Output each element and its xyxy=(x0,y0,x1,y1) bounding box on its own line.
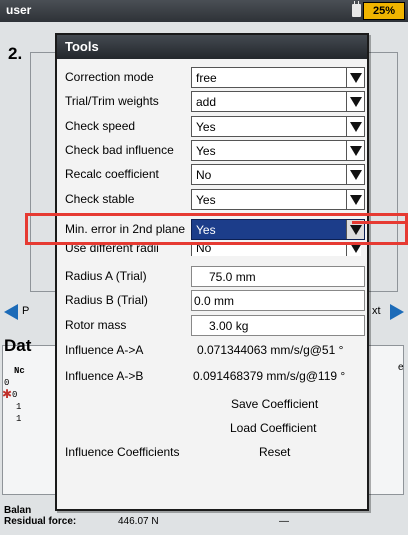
select-value: Yes xyxy=(196,193,216,207)
row-check-stable: Check stable Yes xyxy=(61,188,365,210)
chevron-down-icon[interactable] xyxy=(346,165,364,184)
row-radius-b: Radius B (Trial) 0.0 mm xyxy=(61,289,365,311)
row-radius-a: Radius A (Trial) 75.0 mm xyxy=(61,265,365,287)
row-trial-trim-weights: Trial/Trim weights add xyxy=(61,90,365,112)
influence-coefficients-label: Influence Coefficients xyxy=(65,445,180,459)
highlight-annotation-box xyxy=(25,213,408,245)
data-row: 0 xyxy=(12,390,18,400)
influence-a-a-value: 0.071344063 mm/s/g@51 ° xyxy=(197,343,344,357)
radius-b-input[interactable]: 0.0 mm xyxy=(191,290,365,311)
dialog-title: Tools xyxy=(57,35,367,59)
top-status-bar: user 25% xyxy=(0,0,408,22)
battery-indicator: 25% xyxy=(363,2,405,20)
data-row: 1 xyxy=(16,402,22,412)
residual-force-dash: — xyxy=(279,516,289,527)
recalc-coefficient-select[interactable]: No xyxy=(191,164,365,185)
field-label: Influence A->A xyxy=(65,343,144,357)
residual-force-value: 446.07 N xyxy=(118,516,159,527)
correction-mode-select[interactable]: free xyxy=(191,67,365,88)
input-value: 3.00 kg xyxy=(209,319,249,333)
field-label: Trial/Trim weights xyxy=(65,94,159,108)
check-stable-select[interactable]: Yes xyxy=(191,189,365,210)
data-row: 1 xyxy=(16,414,22,424)
field-label: Check speed xyxy=(65,119,136,133)
rotor-mass-input[interactable]: 3.00 kg xyxy=(191,315,365,336)
check-speed-select[interactable]: Yes xyxy=(191,116,365,137)
select-value: Yes xyxy=(196,144,216,158)
chevron-down-icon[interactable] xyxy=(346,190,364,209)
field-label: Influence A->B xyxy=(65,369,144,383)
row-rotor-mass: Rotor mass 3.00 kg xyxy=(61,314,365,336)
next-label[interactable]: xt xyxy=(372,305,381,317)
highlight-annotation-line xyxy=(352,221,408,237)
select-value: free xyxy=(196,71,217,85)
trial-trim-weights-select[interactable]: add xyxy=(191,91,365,112)
next-arrow-icon[interactable] xyxy=(390,304,404,320)
user-label: user xyxy=(6,3,32,17)
row-check-bad-influence: Check bad influence Yes xyxy=(61,139,365,161)
background-step-title: 2. xyxy=(8,44,23,63)
input-value: 75.0 mm xyxy=(209,270,256,284)
power-plug-icon xyxy=(352,1,361,17)
chevron-down-icon[interactable] xyxy=(346,92,364,111)
previous-label[interactable]: P xyxy=(22,305,29,317)
row-influence-a-b: Influence A->B 0.091468379 mm/s/g@119 ° xyxy=(61,365,361,387)
field-label: Rotor mass xyxy=(65,318,127,332)
row-check-speed: Check speed Yes xyxy=(61,115,365,137)
row-influence-a-a: Influence A->A 0.071344063 mm/s/g@51 ° xyxy=(61,339,361,361)
tools-dialog: Tools Correction mode free Trial/Trim we… xyxy=(55,33,369,511)
field-label: Radius B (Trial) xyxy=(65,293,148,307)
select-value: No xyxy=(196,168,212,182)
field-label: Correction mode xyxy=(65,70,154,84)
chevron-down-icon[interactable] xyxy=(346,117,364,136)
previous-arrow-icon[interactable] xyxy=(4,304,18,320)
reset-button[interactable]: Reset xyxy=(259,445,290,459)
field-label: Radius A (Trial) xyxy=(65,269,147,283)
select-value: add xyxy=(196,95,217,109)
radius-a-input[interactable]: 75.0 mm xyxy=(191,266,365,287)
field-label: Check bad influence xyxy=(65,143,174,157)
data-row: Nc xyxy=(14,366,25,376)
chevron-down-icon[interactable] xyxy=(346,68,364,87)
load-coefficient-button[interactable]: Load Coefficient xyxy=(230,421,317,435)
data-section-title: Dat xyxy=(4,336,32,355)
row-correction-mode: Correction mode free xyxy=(61,66,365,88)
select-value: Yes xyxy=(196,120,216,134)
row-recalc-coefficient: Recalc coefficient No xyxy=(61,163,365,185)
field-label: Recalc coefficient xyxy=(65,167,159,181)
field-label: Check stable xyxy=(65,192,135,206)
input-value: 0.0 mm xyxy=(194,294,235,308)
data-column-fragment: e xyxy=(398,362,404,373)
save-coefficient-button[interactable]: Save Coefficient xyxy=(231,397,318,411)
chevron-down-icon[interactable] xyxy=(346,141,364,160)
residual-force-label: Residual force: xyxy=(4,516,77,527)
rotor-icon: ✱ xyxy=(2,387,13,401)
check-bad-influence-select[interactable]: Yes xyxy=(191,140,365,161)
influence-a-b-value: 0.091468379 mm/s/g@119 ° xyxy=(193,369,346,383)
